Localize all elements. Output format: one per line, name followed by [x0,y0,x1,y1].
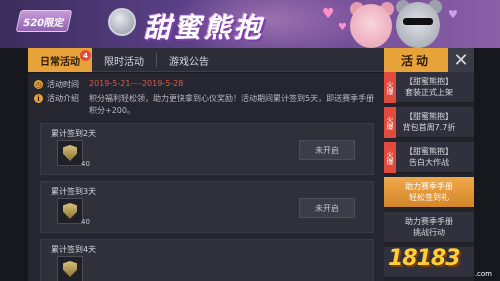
reward-item[interactable] [57,198,83,224]
sidebar-item-suit-launch[interactable]: 火爆 【甜蜜熊抱】 套装正式上架 [384,72,474,103]
reward-count: 40 [81,218,90,226]
sidebar-item-label: 助力赛季手册 挑战行动 [405,217,453,237]
claim-button[interactable]: 未开启 [299,140,355,160]
shield-emblem-icon [63,261,77,277]
shield-emblem-icon [63,145,77,161]
sidebar-item-label: 【甜蜜熊抱】 背包首周7.7折 [402,112,456,132]
sidebar-item-label: 【甜蜜熊抱】 套装正式上架 [405,77,453,97]
task-title: 累计签到3天 [51,187,97,196]
close-icon: ✕ [453,49,469,71]
sunglasses-icon [403,18,433,25]
tab-label: 限时活动 [104,56,144,68]
heart-icon: ♥ [448,8,458,21]
sidebar-item-label: 助力赛季手册 轻松签到礼 [405,182,453,202]
banner-title: 甜蜜熊抱 [144,13,264,44]
clock-icon: ◷ [34,80,43,89]
watermark-domain: .com [474,270,492,278]
task-title: 累计签到2天 [51,129,97,138]
activity-time-label: 活动时间 [47,80,79,89]
reward-count: 40 [81,160,90,168]
app-frame: 520限定 甜蜜熊抱 ♥ ♥ ♥ 日常活动 4 限时活动 游戏公告 活动 ✕ ◷ [0,0,500,281]
left-margin [0,48,28,281]
activity-desc-row: i 活动介绍 积分福利轻松领，助力更快拿到心仪奖励！活动期间累计签到5天，即送赛… [34,93,379,117]
reward-item[interactable] [57,256,83,281]
pink-bear-image [350,4,392,48]
grey-bear-image [396,2,440,48]
badge-icon [108,8,136,36]
tab-label: 游戏公告 [169,56,209,68]
activity-content: ◷ 活动时间 2019-5-21----2019-5-28 i 活动介绍 积分福… [28,73,384,281]
tab-daily-events[interactable]: 日常活动 4 [28,48,92,72]
tab-game-announcements[interactable]: 游戏公告 [157,48,221,72]
close-button[interactable]: ✕ [448,48,474,72]
claim-button[interactable]: 未开启 [299,198,355,218]
task-card: 累计签到4天 [40,239,374,281]
limited-tag: 520限定 [15,10,73,32]
hot-tag: 火爆 [384,72,396,103]
hot-tag: 火爆 [384,107,396,138]
task-card: 累计签到3天 40 未开启 [40,181,374,233]
tab-bar: 日常活动 4 限时活动 游戏公告 [28,48,384,72]
notification-badge: 4 [80,50,91,61]
site-watermark: 18183 .com [388,238,494,279]
watermark-logo: 18183 [388,245,461,271]
heart-icon: ♥ [322,6,335,22]
activity-header: 活动 [384,48,448,72]
sidebar-item-backpack-discount[interactable]: 火爆 【甜蜜熊抱】 背包首周7.7折 [384,107,474,138]
task-card: 累计签到2天 40 未开启 [40,123,374,175]
hot-tag: 火爆 [384,142,396,173]
tab-label: 日常活动 [40,56,80,68]
shield-emblem-icon [63,203,77,219]
task-title: 累计签到4天 [51,245,97,254]
activity-time-value: 2019-5-21----2019-5-28 [89,79,184,88]
activity-time-row: ◷ 活动时间 2019-5-21----2019-5-28 [34,79,183,90]
activity-desc-label: 活动介绍 [47,94,79,103]
activity-desc-value: 积分福利轻松领，助力更快拿到心仪奖励！活动期间累计签到5天，即送赛季手册积分+2… [89,94,375,115]
sidebar-item-checkin-gift[interactable]: 助力赛季手册 轻松签到礼 [384,177,474,208]
sidebar-item-label: 【甜蜜熊抱】 告白大作战 [405,147,453,167]
info-icon: i [34,94,43,103]
tab-limited-events[interactable]: 限时活动 [92,48,156,72]
sidebar-item-confession[interactable]: 火爆 【甜蜜熊抱】 告白大作战 [384,142,474,173]
heart-icon: ♥ [338,22,347,33]
event-banner: 520限定 甜蜜熊抱 ♥ ♥ ♥ [0,0,500,48]
reward-item[interactable] [57,140,83,166]
